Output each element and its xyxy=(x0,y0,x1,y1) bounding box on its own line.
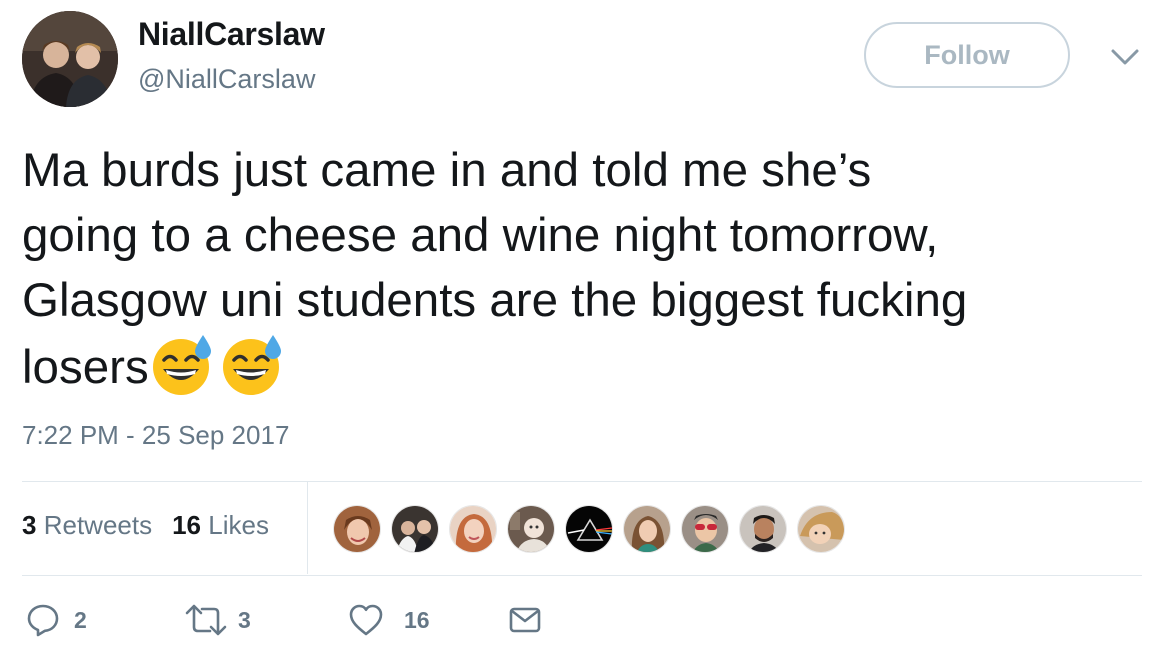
follow-button[interactable]: Follow xyxy=(864,22,1070,88)
reply-icon xyxy=(27,604,59,637)
retweets-count: 3 xyxy=(22,510,37,540)
tweet-text-line: Glasgow uni students are the biggest fuc… xyxy=(22,274,968,327)
follow-button-label: Follow xyxy=(924,39,1010,70)
retweets-stat[interactable]: 3 Retweets xyxy=(22,510,152,540)
heart-icon xyxy=(349,604,383,636)
retweet-action[interactable]: 3 xyxy=(184,600,251,640)
likes-label: Likes xyxy=(208,510,269,540)
user-handle[interactable]: @NiallCarslaw xyxy=(138,64,315,95)
liker-avatar[interactable] xyxy=(797,505,845,553)
retweet-count: 3 xyxy=(238,606,251,633)
likes-stat[interactable]: 16 Likes xyxy=(172,510,269,540)
reply-action[interactable]: 2 xyxy=(26,600,87,640)
tweet-text-line: losers xyxy=(22,341,149,394)
divider xyxy=(22,481,1142,482)
tweet-text: Ma burds just came in and told me she’s … xyxy=(22,138,1142,400)
divider xyxy=(22,575,1142,576)
chevron-down-icon[interactable] xyxy=(1108,44,1142,70)
envelope-icon xyxy=(509,607,541,633)
grinning-sweat-emoji-icon xyxy=(152,335,211,395)
stats-divider xyxy=(307,482,308,574)
likes-count: 16 xyxy=(172,510,202,540)
display-name[interactable]: NiallCarslaw xyxy=(138,16,325,53)
direct-message-action[interactable] xyxy=(509,600,541,640)
tweet-timestamp[interactable]: 7:22 PM - 25 Sep 2017 xyxy=(22,420,289,451)
engagement-stats: 3 Retweets 16 Likes xyxy=(22,510,269,541)
like-action[interactable]: 16 xyxy=(348,600,430,640)
liker-avatar[interactable] xyxy=(391,505,439,553)
retweets-label: Retweets xyxy=(43,510,153,540)
like-count: 16 xyxy=(404,606,430,633)
liker-avatar[interactable] xyxy=(333,505,381,553)
liker-avatar[interactable] xyxy=(449,505,497,553)
reply-count: 2 xyxy=(74,606,87,633)
tweet-text-line: going to a cheese and wine night tomorro… xyxy=(22,209,939,262)
liker-avatar[interactable] xyxy=(681,505,729,553)
tweet-card: NiallCarslaw @NiallCarslaw Follow Ma bur… xyxy=(0,0,1154,650)
liker-avatar[interactable] xyxy=(507,505,555,553)
grinning-sweat-emoji-icon xyxy=(222,335,281,395)
profile-avatar[interactable] xyxy=(22,11,118,107)
liker-avatar[interactable] xyxy=(565,505,613,553)
retweet-icon xyxy=(185,604,227,636)
tweet-text-line: Ma burds just came in and told me she’s xyxy=(22,144,872,197)
liker-avatar[interactable] xyxy=(739,505,787,553)
tweet-text-line-last: losers xyxy=(22,333,1142,400)
liker-avatar[interactable] xyxy=(623,505,671,553)
